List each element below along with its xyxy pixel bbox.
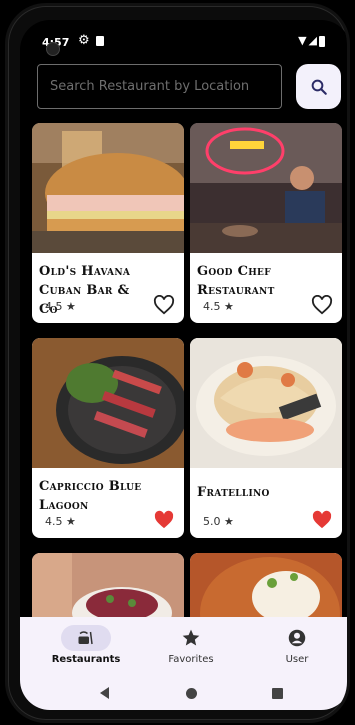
nav-label: Favorites	[168, 654, 214, 665]
search-field[interactable]	[37, 64, 282, 109]
restaurant-card[interactable]: Capriccio Blue Lagoon 4.5 ★	[32, 338, 184, 538]
back-icon[interactable]	[100, 687, 109, 699]
battery-icon	[319, 35, 325, 47]
app-screen: 4:57 ⚙ ▼◢	[20, 20, 347, 710]
nav-restaurants[interactable]: Restaurants	[31, 617, 141, 675]
restaurant-image	[32, 338, 184, 468]
signal-icon: ◢	[308, 34, 319, 47]
home-icon[interactable]	[186, 688, 197, 699]
restaurant-card[interactable]	[32, 553, 184, 620]
wifi-icon: ▼	[298, 34, 309, 47]
restaurant-image	[32, 553, 184, 620]
status-right: ▼◢	[298, 34, 325, 47]
restaurant-grid: Old's Havana Cuban Bar & Co 4.5 ★ Good C…	[20, 123, 347, 620]
search-input[interactable]	[38, 65, 281, 108]
heart-filled-icon[interactable]	[153, 510, 175, 530]
restaurant-card[interactable]: Old's Havana Cuban Bar & Co 4.5 ★	[32, 123, 184, 323]
restaurant-card[interactable]: Fratellino 5.0 ★	[190, 338, 342, 538]
restaurant-image	[190, 123, 342, 253]
nav-favorites[interactable]: Favorites	[136, 617, 246, 675]
search-button[interactable]	[296, 64, 341, 109]
restaurant-name: Good Chef Restaurant	[197, 264, 275, 298]
phone-frame: 4:57 ⚙ ▼◢	[8, 6, 347, 720]
front-camera	[46, 42, 60, 56]
status-bar: 4:57 ⚙ ▼◢	[20, 20, 347, 60]
restaurant-name: Capriccio Blue Lagoon	[39, 479, 142, 513]
restaurant-rating: 4.5 ★	[203, 300, 234, 313]
restaurant-image	[32, 123, 184, 253]
restaurant-card[interactable]	[190, 553, 342, 620]
bottom-navigation: Restaurants Favorites User	[20, 617, 347, 675]
nav-label: Restaurants	[51, 654, 121, 665]
restaurant-rating: 5.0 ★	[203, 515, 234, 528]
heart-filled-icon[interactable]	[311, 510, 333, 530]
recent-apps-icon[interactable]	[272, 688, 283, 699]
restaurant-card[interactable]: Good Chef Restaurant 4.5 ★	[190, 123, 342, 323]
nav-active-indicator	[61, 625, 111, 651]
heart-outline-icon[interactable]	[153, 295, 175, 315]
restaurant-rating: 4.5 ★	[45, 515, 76, 528]
user-icon	[288, 629, 306, 647]
restaurant-image	[190, 338, 342, 468]
nav-user[interactable]: User	[242, 617, 347, 675]
heart-outline-icon[interactable]	[311, 295, 333, 315]
nav-label: User	[285, 654, 309, 665]
search-icon	[311, 79, 327, 95]
sim-card-icon	[96, 36, 104, 46]
restaurant-image	[190, 553, 342, 620]
restaurant-name: Fratellino	[197, 485, 270, 500]
system-navigation-bar	[20, 675, 347, 710]
restaurant-rating: 4.5 ★	[45, 300, 76, 313]
nav-icon-wrap	[272, 625, 322, 651]
restaurant-icon	[78, 631, 93, 645]
nav-icon-wrap	[166, 625, 216, 651]
star-icon	[182, 629, 200, 646]
gear-icon: ⚙	[78, 33, 90, 48]
